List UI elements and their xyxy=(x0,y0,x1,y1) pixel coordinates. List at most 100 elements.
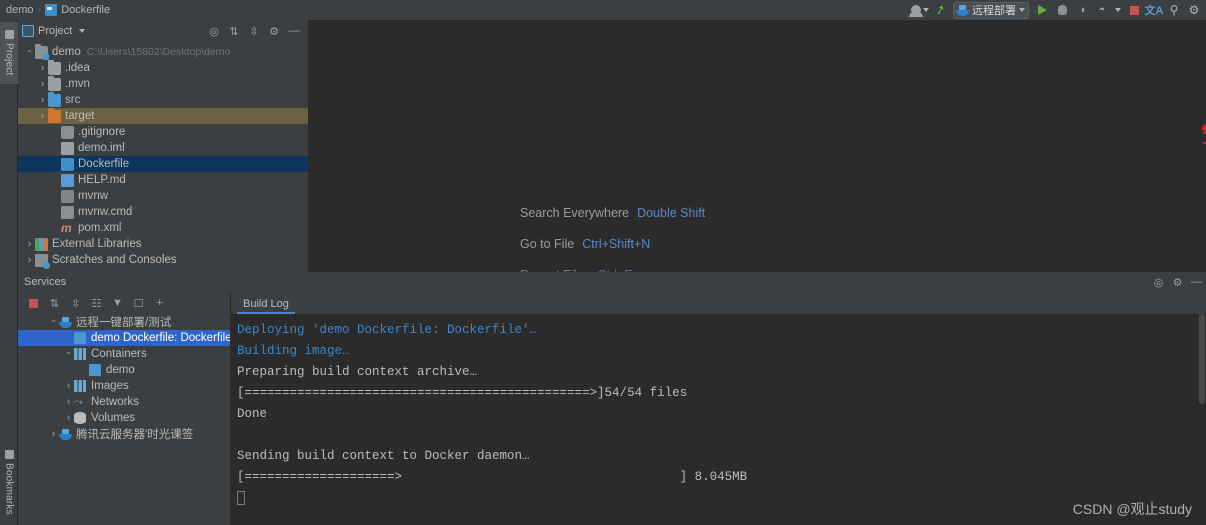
project-tree-row[interactable]: demo.iml xyxy=(18,140,308,156)
left-tool-strip: Project Bookmarks xyxy=(0,20,18,525)
chevron-closed-icon[interactable] xyxy=(37,62,48,74)
services-tree-label: Containers xyxy=(91,348,147,360)
locate-icon[interactable]: ◎ xyxy=(204,21,224,41)
filter-icon[interactable]: ▼ xyxy=(108,293,127,313)
chevron-closed-icon[interactable] xyxy=(48,428,59,440)
user-avatar-icon[interactable] xyxy=(909,1,930,20)
chevron-closed-icon[interactable] xyxy=(37,78,48,90)
gear-icon[interactable]: ⚙ xyxy=(1184,1,1204,20)
hide-icon[interactable]: — xyxy=(284,21,304,41)
build-log-line xyxy=(235,425,1206,446)
sidebar-tab-project[interactable]: Project xyxy=(0,22,18,84)
run-configuration-selector[interactable]: 远程部署 xyxy=(953,1,1029,19)
breadcrumb-file[interactable]: Dockerfile xyxy=(61,4,110,16)
services-tree[interactable]: 远程一键部署/测试 demo Dockerfile: Dockerfile Cont… xyxy=(18,314,232,525)
project-tree[interactable]: demo C:\Users\15802\Desktop\demo .idea .mvn… xyxy=(18,42,308,269)
services-tree-row[interactable]: Images xyxy=(18,378,230,394)
project-tree-row[interactable]: External Libraries xyxy=(18,236,308,252)
services-tree-row[interactable]: 腾讯云服务器'时光课签 xyxy=(18,426,230,442)
help-icon[interactable]: ◎ xyxy=(1149,272,1168,292)
profiler-dropdown-icon[interactable] xyxy=(1112,1,1124,20)
chevron-down-icon[interactable] xyxy=(1019,8,1025,12)
build-log-line: [=======================================… xyxy=(237,386,688,400)
debug-bug-icon[interactable] xyxy=(1052,1,1072,20)
add-service-icon[interactable]: + xyxy=(150,293,169,313)
shortcut-hint-name: Search Everywhere xyxy=(520,206,630,220)
services-tree-row[interactable]: ⤳ Networks xyxy=(18,394,230,410)
project-tree-label: .mvn xyxy=(65,78,90,90)
project-tree-row[interactable]: .gitignore xyxy=(18,124,308,140)
project-tree-row[interactable]: demo C:\Users\15802\Desktop\demo xyxy=(18,43,308,60)
breadcrumb-project[interactable]: demo xyxy=(6,4,34,16)
main-toolbar: ➚ 远程部署 ◑ ◓ 文A ⚲ ⚙ xyxy=(909,0,1204,20)
shortcut-hint: Search Everywhere Double Shift xyxy=(520,206,705,220)
project-tree-row[interactable]: .mvn xyxy=(18,75,308,92)
chevron-closed-icon[interactable] xyxy=(24,238,35,250)
libraries-icon xyxy=(35,237,48,251)
cmd-script-icon xyxy=(61,205,74,219)
services-tree-row[interactable]: Volumes xyxy=(18,410,230,426)
log-tab-bar: Build Log xyxy=(231,292,1206,314)
add-frame-icon[interactable]: ☐ xyxy=(129,293,148,313)
project-tree-row[interactable]: HELP.md xyxy=(18,172,308,188)
hammer-build-icon[interactable]: ➚ xyxy=(930,1,950,20)
chevron-closed-icon[interactable] xyxy=(63,380,74,392)
docker-whale-icon xyxy=(956,4,969,16)
chevron-closed-icon[interactable] xyxy=(63,412,74,424)
project-tree-row[interactable]: m pom.xml xyxy=(18,220,308,236)
chevron-down-icon[interactable] xyxy=(72,21,92,41)
translate-icon[interactable]: 文A xyxy=(1144,1,1164,20)
chevron-closed-icon[interactable] xyxy=(37,94,48,106)
module-folder-icon xyxy=(35,43,49,60)
services-tree-label: Volumes xyxy=(91,412,136,424)
profiler-icon[interactable]: ◓ xyxy=(1092,1,1112,20)
dockerfile-icon xyxy=(61,157,74,171)
expand-all-icon[interactable]: ⇅ xyxy=(224,21,244,41)
services-tree-label: demo xyxy=(106,364,135,376)
project-tree-row[interactable]: mvnw xyxy=(18,188,308,204)
collapse-all-icon[interactable]: ⇳ xyxy=(66,293,85,313)
build-log-line: Deploying 'demo Dockerfile: Dockerfile'… xyxy=(237,323,538,337)
project-tree-label: .gitignore xyxy=(78,126,126,138)
gear-icon[interactable]: ⚙ xyxy=(264,21,284,41)
services-tree-row[interactable]: Containers xyxy=(18,346,230,362)
project-tree-row[interactable]: Dockerfile xyxy=(18,156,308,172)
collapse-all-icon[interactable]: ⇳ xyxy=(244,21,264,41)
search-icon[interactable]: ⚲ xyxy=(1164,1,1184,20)
project-tree-label: External Libraries xyxy=(52,238,142,250)
chevron-closed-icon[interactable] xyxy=(24,254,35,266)
gear-icon[interactable]: ⚙ xyxy=(1168,272,1187,292)
group-icon[interactable]: ☷ xyxy=(87,293,106,313)
chevron-closed-icon[interactable] xyxy=(63,396,74,408)
sidebar-tab-bookmarks[interactable]: Bookmarks xyxy=(0,441,18,523)
services-tree-row[interactable]: demo Dockerfile: Dockerfile xyxy=(18,330,232,346)
project-view-icon xyxy=(22,25,34,37)
chevron-open-icon[interactable] xyxy=(48,318,59,327)
terminal-cursor xyxy=(237,490,245,505)
project-tree-row[interactable]: mvnw.cmd xyxy=(18,204,308,220)
run-with-coverage-icon[interactable]: ◑ xyxy=(1072,1,1092,20)
expand-all-icon[interactable]: ⇅ xyxy=(45,293,64,313)
stop-icon[interactable] xyxy=(24,293,43,313)
container-icon xyxy=(89,364,101,376)
stop-icon[interactable] xyxy=(1124,1,1144,20)
chevron-closed-icon[interactable] xyxy=(37,110,48,122)
hide-icon[interactable]: — xyxy=(1187,272,1206,292)
services-tree-row[interactable]: demo xyxy=(18,362,230,378)
build-log-line: [====================> ] 8.045MB xyxy=(237,470,748,484)
scratches-icon xyxy=(35,253,50,269)
chevron-open-icon[interactable] xyxy=(63,350,74,359)
run-play-icon[interactable] xyxy=(1032,1,1052,20)
log-scrollbar[interactable] xyxy=(1198,314,1206,525)
project-tree-label: pom.xml xyxy=(78,222,122,234)
project-tree-row[interactable]: target xyxy=(18,107,308,124)
breadcrumb: demo › Dockerfile xyxy=(0,4,110,16)
project-tree-row[interactable]: Scratches and Consoles xyxy=(18,252,308,269)
chevron-open-icon[interactable] xyxy=(24,48,35,57)
project-tree-row[interactable]: src xyxy=(18,91,308,108)
services-tree-row[interactable]: 远程一键部署/测试 xyxy=(18,314,230,330)
services-tool-window: Services ◎ ⚙ — ⇅ ⇳ ☷ ▼ ☐ + 远程一键部署/测试 demo… xyxy=(18,272,1206,525)
tab-build-log[interactable]: Build Log xyxy=(235,296,297,314)
services-tree-label: 远程一键部署/测试 xyxy=(76,317,172,329)
project-tree-row[interactable]: .idea xyxy=(18,59,308,76)
